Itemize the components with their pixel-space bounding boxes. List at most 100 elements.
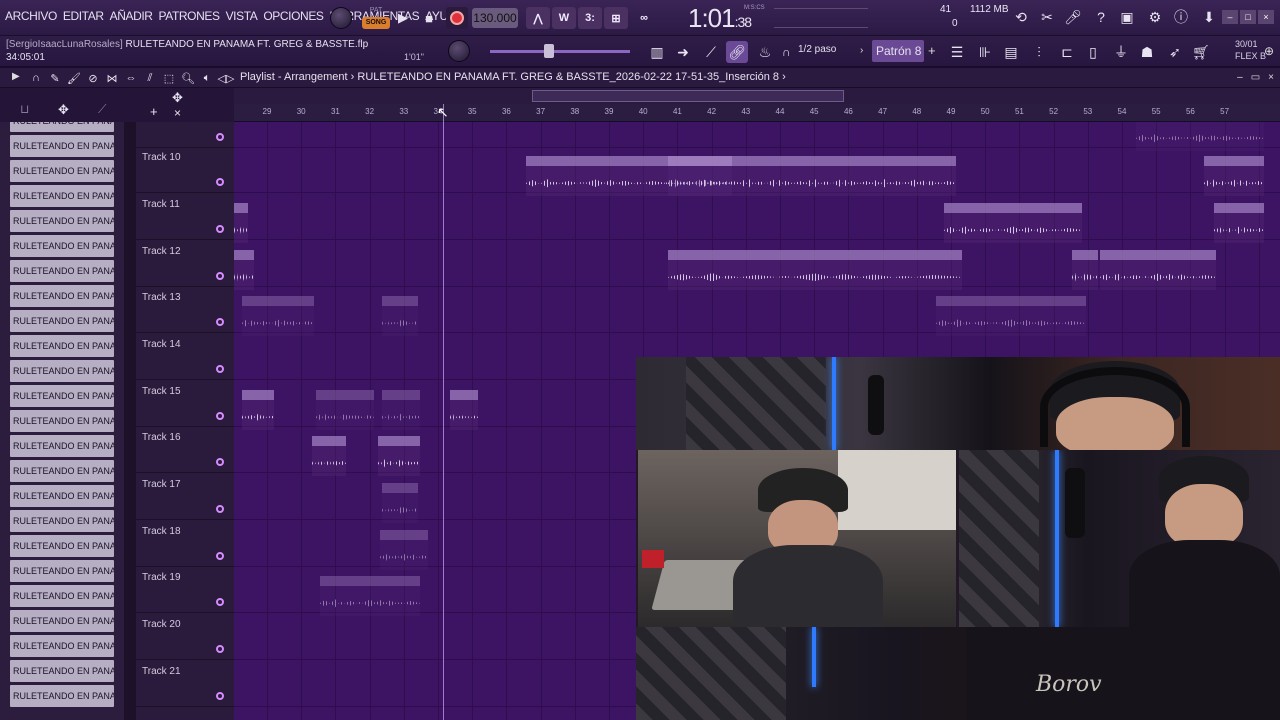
- audio-clip[interactable]: ▸ R...ción 6: [1214, 203, 1264, 243]
- picker-move-icon[interactable]: ✥: [58, 102, 69, 118]
- bird-icon[interactable]: ➶: [1164, 41, 1186, 63]
- track-enable-icon[interactable]: [216, 178, 224, 186]
- loop-record-button[interactable]: ∞: [632, 7, 656, 29]
- pattern-item[interactable]: RULETEANDO EN PANAMA...: [10, 685, 114, 707]
- arrow-icon[interactable]: ➜: [672, 41, 694, 63]
- playlist-close-icon[interactable]: ×: [1268, 72, 1274, 83]
- track-header[interactable]: Track 18: [136, 520, 234, 567]
- pattern-item[interactable]: RULETEANDO EN PANAMA...: [10, 535, 114, 557]
- pattern-item[interactable]: RULETEANDO EN PANAMA...: [10, 160, 114, 182]
- track-header[interactable]: Track 14: [136, 333, 234, 380]
- audio-clip[interactable]: ▸ RULE...serción 6: [668, 156, 740, 196]
- track-header[interactable]: Track 12: [136, 240, 234, 287]
- audio-clip[interactable]: ▸ RULETEANDO EN PANAMA FT. GREG & BA...E…: [668, 250, 962, 290]
- link-icon[interactable]: 🔗︎: [726, 41, 748, 63]
- menu-editar[interactable]: EDITAR: [60, 9, 107, 23]
- audio-clip[interactable]: ✕ RULETEA..._Inserción 6: [320, 576, 420, 616]
- picker-mode-icon[interactable]: ⊔: [20, 102, 29, 116]
- track-enable-icon[interactable]: [216, 412, 224, 420]
- arrangement-name[interactable]: RULETEANDO EN PANAMA FT. GREG & BASSTE_2…: [357, 71, 779, 83]
- menu-opciones[interactable]: OPCIONES: [260, 9, 326, 23]
- plugin-icon[interactable]: ⚙: [1144, 6, 1166, 28]
- pattern-item[interactable]: RULETEANDO EN PANAMA...: [10, 210, 114, 232]
- track-header[interactable]: Track 15: [136, 380, 234, 427]
- piano-icon[interactable]: ▥: [646, 41, 668, 63]
- draw-icon[interactable]: ⟋: [700, 41, 722, 63]
- audio-clip[interactable]: ▸: [234, 250, 254, 290]
- audio-clip[interactable]: ▸ RULE...rción 6: [1204, 156, 1264, 196]
- magnet-icon[interactable]: ∩: [782, 45, 791, 59]
- track-header[interactable]: Vocals: [136, 122, 234, 148]
- slice-tool-icon[interactable]: ⫽: [142, 70, 158, 86]
- zoom-tool-icon[interactable]: 🔍︎: [180, 70, 196, 86]
- piano-roll-icon[interactable]: ▤: [1000, 41, 1022, 63]
- pattern-item[interactable]: RULETEANDO EN PANAMA...: [10, 460, 114, 482]
- audio-clip[interactable]: ✕ ...ión 6: [382, 390, 420, 430]
- track-lane[interactable]: [234, 122, 1280, 148]
- slip-tool-icon[interactable]: ⇔: [123, 70, 139, 86]
- stamp-icon[interactable]: ♨: [754, 41, 776, 63]
- song-position-clock[interactable]: 1:01:38 M:S:CS: [688, 3, 765, 34]
- close-icon[interactable]: ×: [1258, 10, 1274, 24]
- pat-song-toggle[interactable]: PAT SONG: [362, 5, 390, 31]
- snap-selector[interactable]: 1/2 paso: [798, 44, 836, 55]
- track-header[interactable]: Track 13: [136, 286, 234, 333]
- metronome-button[interactable]: ⋀: [526, 7, 550, 29]
- minimize-icon[interactable]: –: [1222, 10, 1238, 24]
- tempo-display[interactable]: 130.000: [472, 8, 518, 28]
- audio-clip[interactable]: ▸ R...ión 6: [378, 436, 420, 476]
- pattern-item[interactable]: RULETEANDO EN PANAMA...: [10, 410, 114, 432]
- audio-clip[interactable]: ▸ RULETEAN...4_Inserción 6: [526, 156, 666, 196]
- pattern-item[interactable]: RULETEANDO EN PANAMA...: [10, 635, 114, 657]
- track-header[interactable]: Track 19: [136, 566, 234, 613]
- slider-thumb[interactable]: [544, 44, 554, 58]
- track-move-icon[interactable]: ✥: [172, 90, 183, 106]
- audio-clip[interactable]: ✕ RULET...serción 6: [242, 296, 314, 336]
- menu-vista[interactable]: VISTA: [223, 9, 261, 23]
- delete-tool-icon[interactable]: ⊘: [85, 70, 101, 86]
- flex-news[interactable]: 30/01 FLEX B: [1235, 38, 1266, 62]
- info-icon[interactable]: ⓘ: [1170, 6, 1192, 28]
- pattern-item[interactable]: RULETEANDO EN PANAMA...: [10, 310, 114, 332]
- file-icon[interactable]: ▯: [1082, 41, 1104, 63]
- timeline-ruler[interactable]: 29 30 31 32 33 34 35 36 37 38 39 40 41 42 43 44 45 46 47 48…: [234, 104, 1280, 122]
- track-enable-icon[interactable]: [216, 225, 224, 233]
- track-enable-icon[interactable]: [216, 552, 224, 560]
- pattern-item[interactable]: RULETEANDO EN PANAMA...: [10, 235, 114, 257]
- add-pattern-icon[interactable]: +: [928, 43, 936, 58]
- master-volume-knob[interactable]: [330, 7, 352, 29]
- cut-icon[interactable]: ✂: [1036, 6, 1058, 28]
- audio-clip[interactable]: ✕ RULETEANDO EN...54_Inserción 6: [1136, 122, 1264, 151]
- audio-clip[interactable]: ▸ ...n 6: [312, 436, 346, 476]
- playlist-icon[interactable]: ☰: [946, 41, 968, 63]
- playhead[interactable]: [443, 104, 444, 720]
- audio-clip[interactable]: ▸ ...6: [450, 390, 478, 430]
- pattern-item[interactable]: RULETEANDO EN PANAMA...: [10, 335, 114, 357]
- playlist-minimize-icon[interactable]: –: [1237, 72, 1243, 83]
- time-tool-icon[interactable]: ◁▷: [218, 70, 235, 86]
- track-header[interactable]: Track 11: [136, 193, 234, 240]
- audio-clip[interactable]: ✕ R...rción 6: [380, 530, 428, 570]
- pattern-item[interactable]: RULETEANDO EN PANAMA...: [10, 360, 114, 382]
- magnet-tool-icon[interactable]: ∩: [28, 70, 44, 86]
- remove-track-icon[interactable]: ×: [174, 106, 181, 120]
- picker-scrollbar[interactable]: [124, 122, 136, 720]
- pattern-item[interactable]: RULETEANDO EN PANAMA...: [10, 260, 114, 282]
- picker-wand-icon[interactable]: ⟋: [98, 102, 106, 117]
- pattern-item[interactable]: RULETEANDO EN PANAMA...: [10, 610, 114, 632]
- audio-clip[interactable]: ▸ RULE...serción 6: [806, 156, 872, 196]
- audio-clip[interactable]: ✕ RUL...rción 6: [316, 390, 374, 430]
- track-enable-icon[interactable]: [216, 458, 224, 466]
- pattern-item[interactable]: RULETEANDO EN PANAMA...: [10, 435, 114, 457]
- track-enable-icon[interactable]: [216, 645, 224, 653]
- pitch-knob[interactable]: [448, 40, 470, 62]
- track-enable-icon[interactable]: [216, 272, 224, 280]
- pattern-item[interactable]: RULETEANDO EN PANAMA...: [10, 560, 114, 582]
- cart-icon[interactable]: 🛒︎: [1190, 41, 1212, 63]
- audio-clip[interactable]: ▸ RULETEANDO E...6-30_Inserción 6: [944, 203, 1082, 243]
- mic-icon[interactable]: 🎤︎: [1062, 6, 1084, 28]
- track-enable-icon[interactable]: [216, 598, 224, 606]
- menu-archivo[interactable]: ARCHIVO: [2, 9, 60, 23]
- overview-window[interactable]: [532, 90, 844, 102]
- pattern-item[interactable]: RULETEANDO EN PANAMA...: [10, 585, 114, 607]
